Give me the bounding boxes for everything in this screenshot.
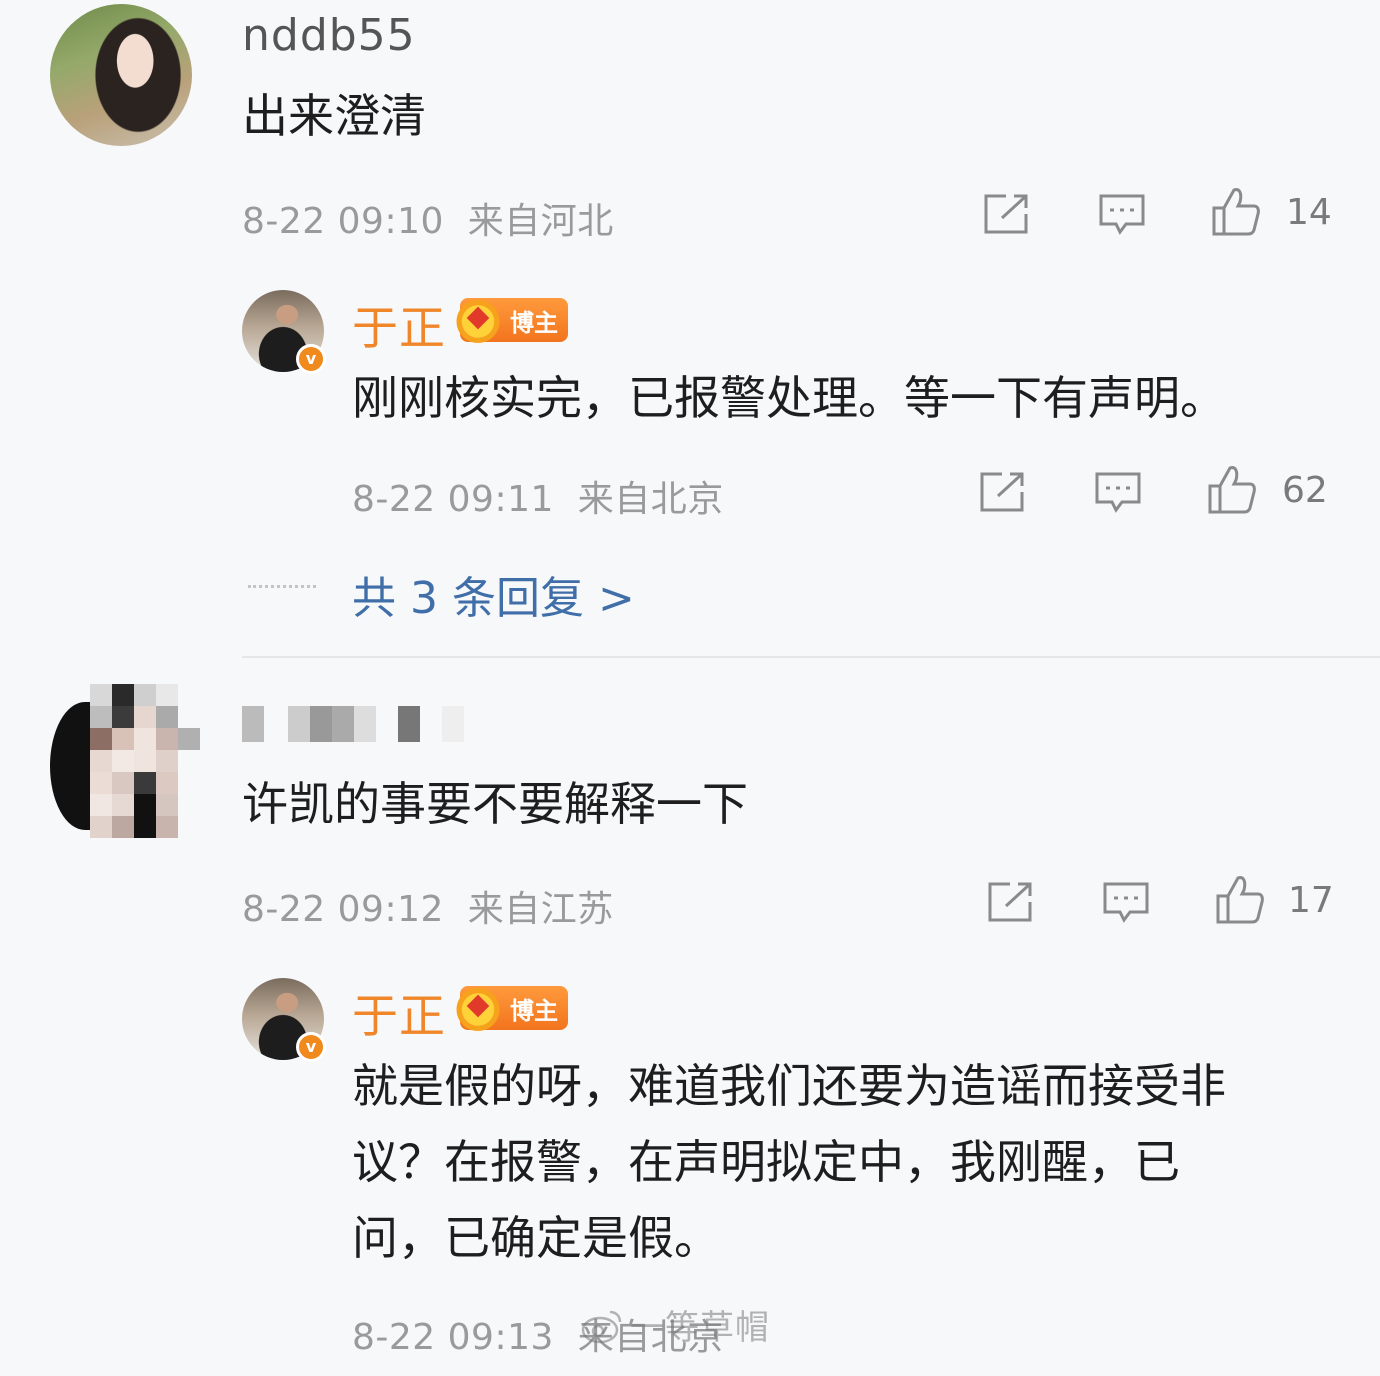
reply-text-line: 问，已确定是假。 xyxy=(352,1211,720,1265)
reply-username[interactable]: 于正 xyxy=(352,980,446,1046)
comment-location: 来自河北 xyxy=(467,201,614,242)
avatar-mosaic xyxy=(90,684,200,838)
crown-icon xyxy=(456,982,500,1032)
reply-time: 8-22 09:11 xyxy=(352,479,554,520)
blogger-badge: 博主 xyxy=(456,982,568,1032)
share-icon[interactable] xyxy=(986,880,1034,924)
username-pixelated[interactable] xyxy=(242,700,482,748)
comment-meta: 8-22 09:12 来自江苏 xyxy=(242,880,614,932)
verified-v-icon: v xyxy=(296,1032,326,1062)
weibo-watermark-icon xyxy=(581,1310,622,1344)
blogger-badge-label: 博主 xyxy=(510,996,558,1025)
comment-icon[interactable] xyxy=(1094,470,1142,514)
reply-text: 就是假的呀，难道我们还要为造谣而接受非 议？在报警，在声明拟定中，我刚醒，已 问… xyxy=(352,1048,1226,1276)
avatar-pixelated[interactable] xyxy=(50,682,200,838)
reply-time: 8-22 09:13 xyxy=(352,1317,554,1358)
thumbs-up-icon[interactable] xyxy=(1212,186,1260,238)
reply-location: 来自北京 xyxy=(577,479,724,520)
comment-icon[interactable] xyxy=(1098,192,1146,236)
share-icon[interactable] xyxy=(982,192,1030,236)
thumbs-up-icon[interactable] xyxy=(1208,464,1256,516)
watermark-text: 一等草帽 xyxy=(630,1308,770,1348)
comment-text: 许凯的事要不要解释一下 xyxy=(242,777,748,831)
view-replies-link[interactable]: 共 3 条回复 > xyxy=(352,562,635,626)
thumbs-up-icon[interactable] xyxy=(1216,874,1264,926)
reply-text: 刚刚核实完，已报警处理。等一下有声明。 xyxy=(352,371,1226,425)
replies-dots xyxy=(248,585,316,589)
reply-text-line: 议？在报警，在声明拟定中，我刚醒，已 xyxy=(352,1135,1180,1189)
share-icon[interactable] xyxy=(978,470,1026,514)
reply-text-line: 就是假的呀，难道我们还要为造谣而接受非 xyxy=(352,1059,1226,1113)
comment-time: 8-22 09:10 xyxy=(242,201,444,242)
comment-meta: 8-22 09:10 来自河北 xyxy=(242,192,614,244)
avatar-nddb55[interactable] xyxy=(50,4,192,146)
comment-time: 8-22 09:12 xyxy=(242,889,444,930)
comment-text: 出来澄清 xyxy=(242,89,426,143)
comment-icon[interactable] xyxy=(1102,880,1150,924)
comment-location: 来自江苏 xyxy=(467,889,614,930)
blogger-badge-label: 博主 xyxy=(510,308,558,337)
blogger-badge: 博主 xyxy=(456,294,568,344)
watermark: 一等草帽 xyxy=(630,1300,770,1349)
comment-thread: nddb55 出来澄清 8-22 09:10 来自河北 14 v 于正 博主 刚… xyxy=(0,0,1380,1376)
like-count: 62 xyxy=(1282,470,1328,511)
like-count: 14 xyxy=(1286,192,1332,233)
verified-v-icon: v xyxy=(296,344,326,374)
reply-meta: 8-22 09:11 来自北京 xyxy=(352,470,724,522)
reply-username[interactable]: 于正 xyxy=(352,292,446,358)
comment-username[interactable]: nddb55 xyxy=(242,10,416,61)
crown-icon xyxy=(456,294,500,344)
divider xyxy=(242,656,1380,658)
like-count: 17 xyxy=(1288,880,1334,921)
